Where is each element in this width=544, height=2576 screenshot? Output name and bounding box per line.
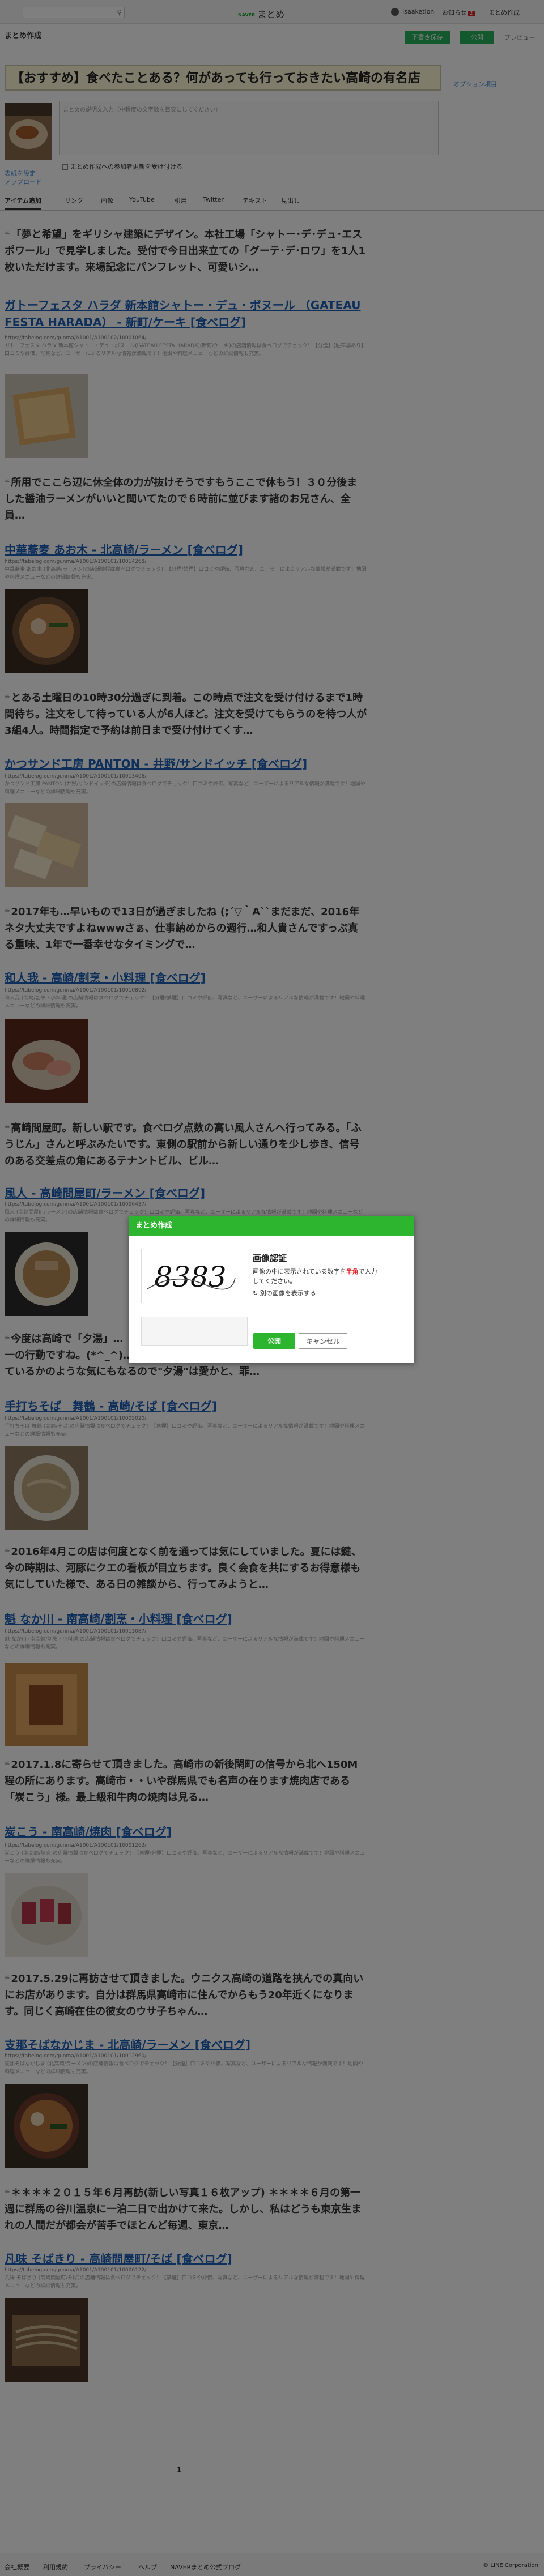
captcha-dialog: まとめ作成 8383 画像認証 画像の中に表示されている数字を半角で入力してくだ… bbox=[129, 1216, 414, 1363]
publish-confirm-button[interactable]: 公開 bbox=[253, 1333, 295, 1349]
refresh-captcha-link[interactable]: ↻ 別の画像を表示する bbox=[253, 1288, 316, 1297]
dialog-instruction: 画像の中に表示されている数字を半角で入力してください。 bbox=[253, 1267, 377, 1286]
instruction-emphasis: 半角 bbox=[346, 1268, 359, 1275]
refresh-icon: ↻ bbox=[253, 1289, 258, 1297]
refresh-captcha-label: 別の画像を表示する bbox=[260, 1289, 316, 1297]
dialog-header: まとめ作成 bbox=[129, 1216, 414, 1236]
captcha-image: 8383 bbox=[141, 1249, 239, 1304]
captcha-input[interactable] bbox=[141, 1317, 248, 1346]
dialog-title: 画像認証 bbox=[253, 1253, 287, 1263]
instruction-prefix: 画像の中に表示されている数字を bbox=[253, 1268, 346, 1275]
cancel-button[interactable]: キャンセル bbox=[299, 1333, 347, 1349]
